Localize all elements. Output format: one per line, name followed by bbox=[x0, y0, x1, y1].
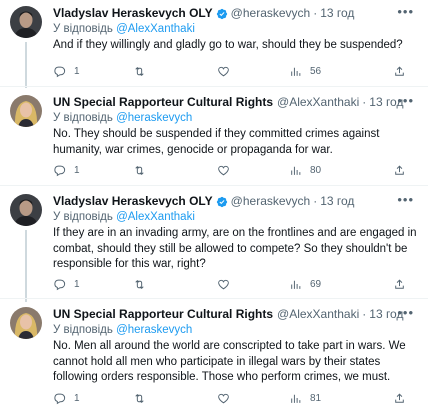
retweet-icon bbox=[135, 393, 144, 403]
author-name[interactable]: UN Special Rapporteur Cultural Rights bbox=[53, 95, 273, 110]
retweet-button[interactable] bbox=[133, 278, 146, 291]
tweet-text: And if they willingly and gladly go to w… bbox=[53, 39, 403, 51]
separator-dot: · bbox=[362, 95, 367, 109]
author-handle[interactable]: @AlexXanthaki bbox=[277, 95, 359, 110]
views-button[interactable]: 69 bbox=[289, 278, 321, 291]
author-handle[interactable]: @AlexXanthaki bbox=[277, 307, 359, 322]
reply-mention-link[interactable]: @heraskevych bbox=[116, 112, 192, 124]
avatar[interactable] bbox=[10, 194, 42, 226]
views-count: 69 bbox=[310, 278, 322, 290]
tweet-text: No. They should be suspended if they com… bbox=[53, 128, 380, 156]
views-icon bbox=[291, 166, 301, 175]
views-button[interactable]: 81 bbox=[289, 392, 321, 405]
views-count: 81 bbox=[310, 392, 322, 404]
reply-count: 1 bbox=[74, 65, 80, 77]
views-icon bbox=[291, 280, 301, 289]
tweet-text: If they are in an invading army, are on … bbox=[53, 227, 417, 270]
avatar[interactable] bbox=[10, 6, 42, 38]
views-button[interactable]: 56 bbox=[289, 65, 321, 78]
tweet[interactable]: UN Special Rapporteur Cultural Rights @A… bbox=[0, 87, 428, 184]
reply-count: 1 bbox=[74, 164, 80, 176]
reply-button[interactable]: 1 bbox=[53, 392, 80, 405]
thread-line bbox=[25, 42, 27, 88]
reply-mention-link[interactable]: @AlexXanthaki bbox=[116, 211, 195, 223]
reply-icon bbox=[54, 279, 66, 290]
reply-prefix: У відповідь bbox=[53, 211, 113, 223]
share-button[interactable] bbox=[393, 65, 406, 78]
more-icon[interactable]: ••• bbox=[397, 5, 414, 18]
views-icon bbox=[291, 67, 301, 76]
reply-button[interactable]: 1 bbox=[53, 278, 80, 291]
avatar[interactable] bbox=[10, 307, 42, 339]
retweet-button[interactable] bbox=[133, 65, 146, 78]
like-icon bbox=[218, 66, 229, 76]
reply-mention-link[interactable]: @heraskevych bbox=[116, 324, 192, 336]
share-icon bbox=[395, 392, 404, 403]
tweet[interactable]: UN Special Rapporteur Cultural Rights @A… bbox=[0, 299, 428, 413]
reply-count: 1 bbox=[74, 392, 80, 404]
like-icon bbox=[218, 393, 229, 403]
reply-context: У відповідь @AlexXanthaki bbox=[53, 210, 418, 225]
reply-mention-link[interactable]: @AlexXanthaki bbox=[116, 23, 195, 35]
separator-dot: · bbox=[313, 194, 318, 208]
verified-badge-icon bbox=[216, 8, 227, 19]
reply-context: У відповідь @heraskevych bbox=[53, 323, 418, 338]
tweet[interactable]: Vladyslav Heraskevych OLY @heraskevych ·… bbox=[0, 0, 428, 88]
views-button[interactable]: 80 bbox=[289, 164, 321, 177]
more-icon[interactable]: ••• bbox=[397, 306, 414, 319]
author-name[interactable]: Vladyslav Heraskevych OLY bbox=[53, 6, 213, 21]
like-button[interactable] bbox=[217, 65, 230, 78]
reply-button[interactable]: 1 bbox=[53, 65, 80, 78]
more-icon[interactable]: ••• bbox=[397, 193, 414, 206]
author-handle[interactable]: @heraskevych bbox=[231, 6, 311, 21]
like-button[interactable] bbox=[217, 392, 230, 405]
reply-icon bbox=[54, 66, 66, 77]
tweet-text: No. Men all around the world are conscri… bbox=[53, 340, 406, 383]
reply-context: У відповідь @heraskevych bbox=[53, 111, 418, 126]
share-icon bbox=[395, 164, 404, 175]
reply-context: У відповідь @AlexXanthaki bbox=[53, 22, 418, 37]
timestamp[interactable]: 13 год bbox=[320, 6, 354, 21]
timestamp[interactable]: 13 год bbox=[320, 194, 354, 209]
reply-button[interactable]: 1 bbox=[53, 164, 80, 177]
share-icon bbox=[395, 65, 404, 76]
views-count: 56 bbox=[310, 65, 322, 77]
tweet[interactable]: Vladyslav Heraskevych OLY @heraskevych ·… bbox=[0, 186, 428, 302]
share-button[interactable] bbox=[393, 164, 406, 177]
reply-icon bbox=[54, 165, 66, 176]
verified-badge-icon bbox=[216, 196, 227, 207]
avatar[interactable] bbox=[10, 95, 42, 127]
author-name[interactable]: Vladyslav Heraskevych OLY bbox=[53, 194, 213, 209]
retweet-icon bbox=[135, 165, 144, 175]
like-button[interactable] bbox=[217, 278, 230, 291]
share-button[interactable] bbox=[393, 392, 406, 405]
author-name[interactable]: UN Special Rapporteur Cultural Rights bbox=[53, 307, 273, 322]
thread-line bbox=[25, 230, 27, 302]
separator-dot: · bbox=[313, 6, 318, 20]
reply-icon bbox=[54, 393, 66, 404]
retweet-button[interactable] bbox=[133, 392, 146, 405]
author-handle[interactable]: @heraskevych bbox=[231, 194, 311, 209]
like-icon bbox=[218, 279, 229, 289]
reply-prefix: У відповідь bbox=[53, 23, 113, 35]
like-button[interactable] bbox=[217, 164, 230, 177]
reply-count: 1 bbox=[74, 278, 80, 290]
views-count: 80 bbox=[310, 164, 322, 176]
retweet-icon bbox=[135, 279, 144, 289]
reply-prefix: У відповідь bbox=[53, 324, 113, 336]
more-icon[interactable]: ••• bbox=[397, 94, 414, 107]
conversation-thread: Vladyslav Heraskevych OLY @heraskevych ·… bbox=[0, 0, 428, 413]
retweet-button[interactable] bbox=[133, 164, 146, 177]
retweet-icon bbox=[135, 66, 144, 76]
share-icon bbox=[395, 278, 404, 289]
views-icon bbox=[291, 394, 301, 403]
like-icon bbox=[218, 165, 229, 175]
separator-dot: · bbox=[362, 307, 367, 321]
reply-prefix: У відповідь bbox=[53, 112, 113, 124]
share-button[interactable] bbox=[393, 278, 406, 291]
